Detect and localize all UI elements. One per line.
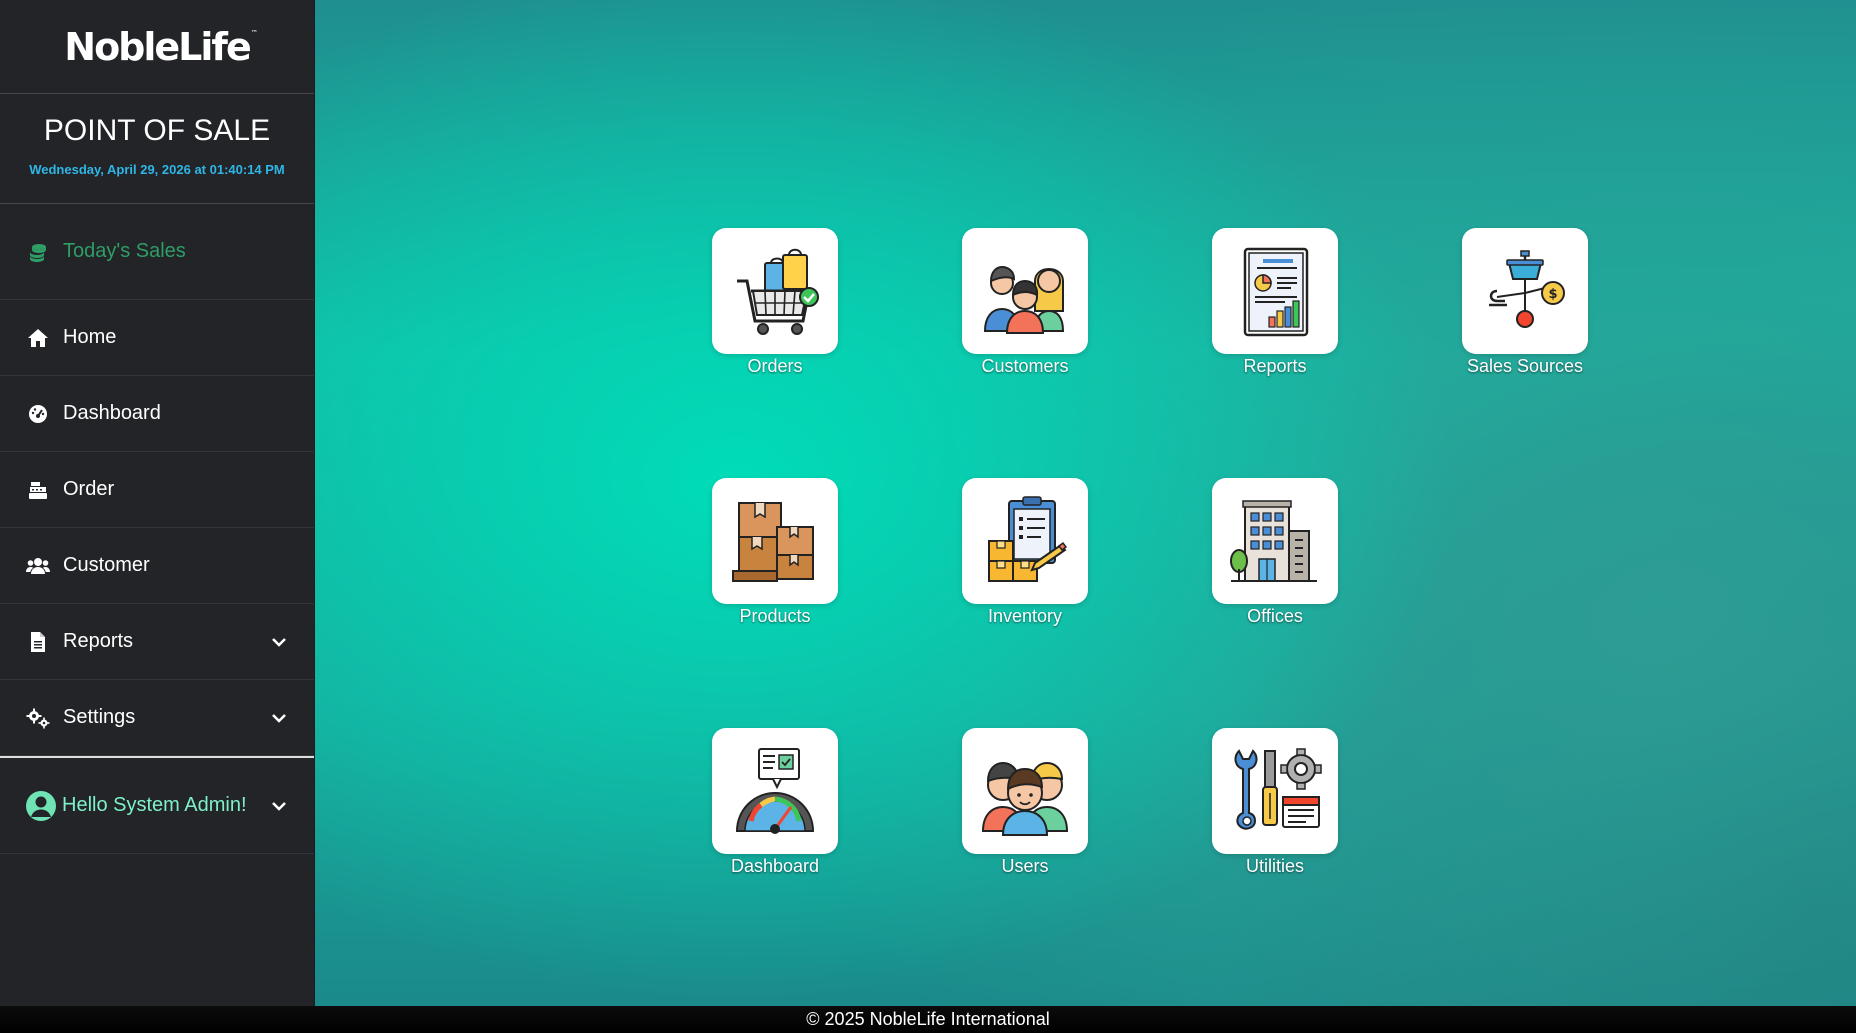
- trademark-mark: ™: [250, 28, 258, 37]
- user-circle-icon: [26, 790, 56, 821]
- current-datetime: Wednesday, April 29, 2026 at 01:40:14 PM: [29, 162, 285, 177]
- tile-icon-box: [962, 728, 1088, 854]
- cash-register-icon: [26, 478, 50, 502]
- gears-icon: [26, 706, 50, 730]
- tile-label: Dashboard: [730, 856, 820, 876]
- tools-icon: [1234, 748, 1322, 830]
- sidebar-item-label: Dashboard: [63, 402, 161, 424]
- sidebar-item-label: Today's Sales: [63, 240, 186, 262]
- speedometer-icon: [735, 748, 815, 834]
- chevron-down-icon[interactable]: [270, 709, 288, 732]
- tile-icon-box: [712, 478, 838, 604]
- customers-group-icon: [983, 265, 1065, 334]
- home-icon: [26, 326, 50, 350]
- sidebar-item-settings[interactable]: Settings: [0, 680, 314, 756]
- tile-label: Reports: [1243, 356, 1307, 376]
- sidebar: NobleLife ™ POINT OF SALE Wednesday, Apri…: [0, 0, 315, 1006]
- tile-offices[interactable]: Offices: [1212, 478, 1338, 627]
- tile-utilities[interactable]: Utilities: [1212, 728, 1338, 877]
- sidebar-item-customer[interactable]: Customer: [0, 528, 314, 604]
- sidebar-item-label: Settings: [63, 706, 136, 728]
- svg-text:$: $: [1548, 287, 1557, 302]
- shopping-cart-icon: [737, 248, 819, 335]
- clipboard-inventory-icon: [988, 496, 1068, 582]
- sidebar-item-label: Customer: [63, 554, 150, 576]
- tile-label: Orders: [747, 356, 803, 376]
- footer-copyright: © 2025 NobleLife International: [806, 1009, 1050, 1029]
- tile-label: Products: [739, 606, 811, 626]
- users-faces-icon: [981, 761, 1069, 836]
- sidebar-item-reports[interactable]: Reports: [0, 604, 314, 680]
- tile-orders[interactable]: Orders: [712, 228, 838, 377]
- sidebar-item-dashboard[interactable]: Dashboard: [0, 376, 314, 452]
- tile-label: Users: [1001, 856, 1049, 876]
- sidebar-item-label: Reports: [63, 630, 134, 652]
- tile-icon-box: [1212, 728, 1338, 854]
- sidebar-nav: Today's Sales Home Dashboard Order Custo…: [0, 204, 314, 756]
- tile-reports[interactable]: Reports: [1212, 228, 1338, 377]
- tile-label: Customers: [981, 356, 1069, 376]
- tile-label: Offices: [1247, 606, 1303, 626]
- user-menu[interactable]: Hello System Admin!: [0, 758, 314, 854]
- tile-icon-box: $: [1462, 228, 1588, 354]
- tile-icon-box: [962, 228, 1088, 354]
- tile-icon-box: [1212, 478, 1338, 604]
- tile-inventory[interactable]: Inventory: [962, 478, 1088, 627]
- tile-users[interactable]: Users: [962, 728, 1088, 877]
- brand-logo-text: NobleLife: [64, 24, 251, 69]
- brand-logo[interactable]: NobleLife ™: [64, 24, 257, 69]
- coins-icon: [26, 240, 50, 264]
- tile-icon-box: [712, 728, 838, 854]
- tile-icon-box: [712, 228, 838, 354]
- pos-header: POINT OF SALE Wednesday, April 29, 2026 …: [0, 94, 314, 204]
- chevron-down-icon[interactable]: [270, 633, 288, 656]
- sidebar-item-label: Order: [63, 478, 115, 500]
- sidebar-item-todays-sales[interactable]: Today's Sales: [0, 204, 314, 300]
- tile-label: Inventory: [987, 606, 1063, 626]
- sidebar-item-label: Home: [63, 326, 117, 348]
- page-title: POINT OF SALE: [43, 114, 271, 147]
- file-icon: [26, 630, 50, 654]
- boxes-icon: [732, 502, 814, 582]
- users-icon: [26, 554, 50, 578]
- tile-sales-sources[interactable]: $ Sales Sources: [1462, 228, 1588, 377]
- tile-label: Sales Sources: [1466, 356, 1584, 376]
- tile-products[interactable]: Products: [712, 478, 838, 627]
- chevron-down-icon[interactable]: [270, 797, 288, 820]
- user-greeting: Hello System Admin!: [62, 794, 247, 816]
- report-chart-icon: [1243, 247, 1309, 337]
- logo-area: NobleLife ™: [0, 0, 314, 94]
- main-content: Orders Customers Reports $ Sales Sources…: [315, 0, 1856, 1006]
- footer: © 2025 NobleLife International: [0, 1006, 1856, 1033]
- office-building-icon: [1230, 500, 1317, 582]
- tile-label: Utilities: [1245, 856, 1304, 876]
- tile-dashboard[interactable]: Dashboard: [712, 728, 838, 877]
- tile-customers[interactable]: Customers: [962, 228, 1088, 377]
- tile-icon-box: [1212, 228, 1338, 354]
- sales-sources-icon: $: [1489, 250, 1565, 328]
- sidebar-item-home[interactable]: Home: [0, 300, 314, 376]
- gauge-icon: [26, 402, 50, 426]
- sidebar-item-order[interactable]: Order: [0, 452, 314, 528]
- tile-icon-box: [962, 478, 1088, 604]
